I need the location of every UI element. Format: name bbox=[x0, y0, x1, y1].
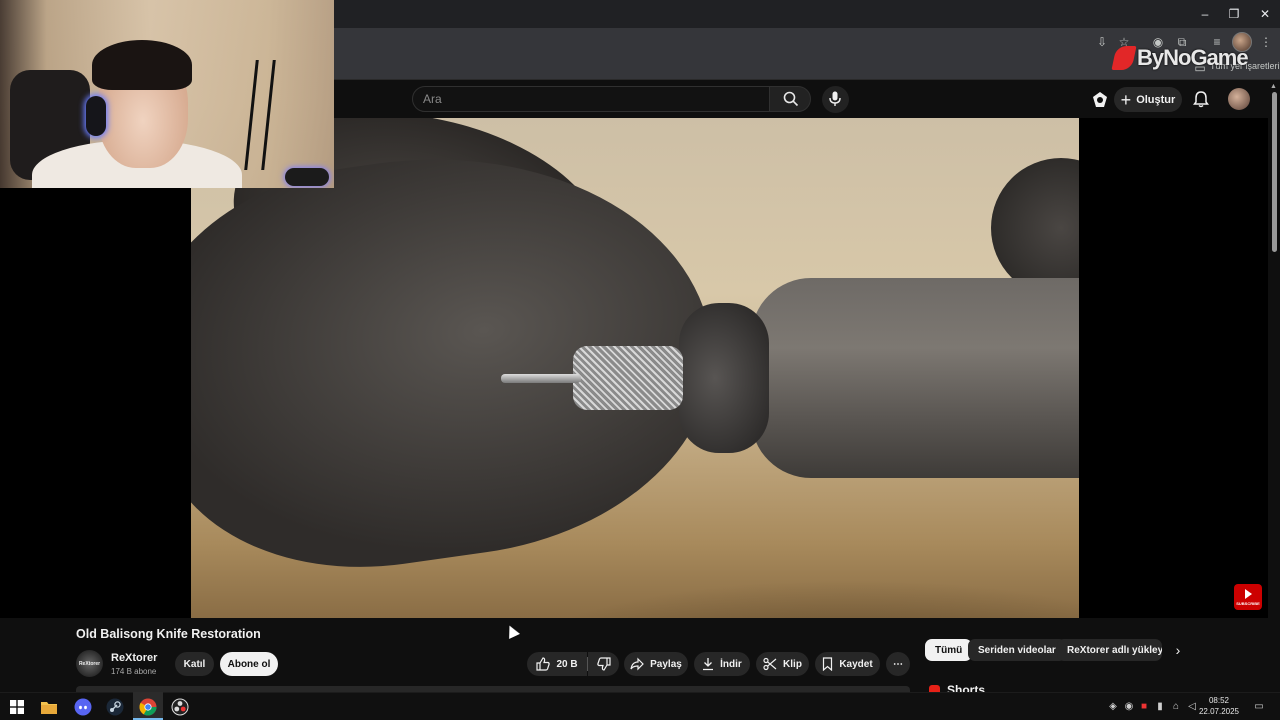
chevron-right-icon[interactable]: › bbox=[1168, 640, 1188, 660]
system-clock[interactable]: 08:52 22.07.2025 bbox=[1196, 695, 1242, 717]
thumbs-down-icon bbox=[596, 657, 611, 671]
bynogame-logo: ByNoGame bbox=[1111, 44, 1249, 72]
bookmark-icon bbox=[823, 657, 833, 671]
scrollbar-thumb[interactable] bbox=[1272, 92, 1277, 252]
more-actions-button[interactable]: ⋯ bbox=[886, 652, 910, 676]
obs-icon[interactable] bbox=[169, 696, 191, 718]
more-icon: ⋯ bbox=[893, 658, 903, 670]
thumbs-up-icon bbox=[536, 657, 551, 671]
download-icon bbox=[703, 658, 714, 671]
browser-menu-icon[interactable]: ⋮ bbox=[1258, 34, 1274, 50]
file-explorer-icon[interactable] bbox=[38, 696, 60, 718]
video-scene bbox=[751, 278, 1079, 478]
clock-time: 08:52 bbox=[1208, 696, 1230, 705]
install-app-icon[interactable]: ⇩ bbox=[1094, 34, 1110, 50]
clip-label: Klip bbox=[783, 658, 802, 670]
mouse-cursor bbox=[504, 623, 520, 639]
search-icon bbox=[783, 91, 799, 107]
create-label: Oluştur bbox=[1136, 93, 1176, 106]
windows-taskbar bbox=[0, 692, 1280, 720]
like-count: 20 B bbox=[556, 658, 578, 670]
webcam-scene bbox=[285, 168, 329, 186]
subscribe-watermark-text: SUBSCRIBE bbox=[1236, 601, 1260, 606]
close-window-button[interactable]: ✕ bbox=[1250, 4, 1280, 24]
cast-icon[interactable] bbox=[1091, 91, 1109, 114]
save-label: Kaydet bbox=[839, 658, 873, 670]
subscribe-button[interactable]: Abone ol bbox=[220, 652, 278, 676]
chrome-icon[interactable] bbox=[137, 696, 159, 718]
play-icon bbox=[1244, 589, 1252, 599]
chip-all[interactable]: Tümü bbox=[925, 639, 973, 661]
microphone-tray-icon[interactable]: ▮ bbox=[1153, 700, 1167, 714]
minimize-button[interactable]: – bbox=[1190, 4, 1220, 24]
channel-avatar[interactable]: ReXtorer bbox=[76, 650, 103, 677]
video-scene bbox=[991, 158, 1079, 298]
chip-series-videos[interactable]: Seriden videolar bbox=[968, 639, 1066, 661]
video-scene bbox=[501, 374, 581, 383]
scroll-up-icon[interactable]: ▲ bbox=[1270, 83, 1277, 90]
channel-avatar-text: ReXtorer bbox=[78, 660, 101, 667]
maximize-button[interactable]: ❐ bbox=[1219, 4, 1249, 24]
share-label: Paylaş bbox=[650, 658, 682, 670]
search-input[interactable] bbox=[423, 91, 753, 107]
share-icon bbox=[630, 657, 644, 671]
scissors-icon bbox=[763, 657, 777, 671]
search-box bbox=[412, 86, 770, 112]
video-scene bbox=[573, 346, 683, 410]
network-tray-icon[interactable]: ◉ bbox=[1122, 700, 1136, 714]
download-label: İndir bbox=[720, 658, 742, 670]
microphone-icon bbox=[829, 91, 841, 106]
discord-icon[interactable] bbox=[72, 696, 94, 718]
save-button[interactable]: Kaydet bbox=[815, 652, 880, 676]
notifications-bell-icon[interactable] bbox=[1192, 90, 1210, 113]
account-avatar[interactable] bbox=[1228, 88, 1250, 110]
dislike-button[interactable] bbox=[588, 652, 619, 676]
webcam-scene bbox=[86, 96, 106, 136]
notifications-tray-icon[interactable]: ▭ bbox=[1252, 700, 1266, 714]
channel-name[interactable]: ReXtorer bbox=[111, 652, 157, 664]
bynogame-logo-text: ByNoGame bbox=[1137, 45, 1249, 70]
steam-icon[interactable] bbox=[104, 696, 126, 718]
search-button[interactable] bbox=[769, 86, 811, 112]
video-frame[interactable] bbox=[191, 118, 1079, 618]
clip-button[interactable]: Klip bbox=[756, 652, 809, 676]
join-button[interactable]: Katıl bbox=[175, 652, 214, 676]
steam-tray-icon[interactable]: ◈ bbox=[1106, 700, 1120, 714]
wifi-tray-icon[interactable]: ⌂ bbox=[1169, 700, 1183, 714]
chip-channel-uploads[interactable]: ReXtorer adlı yükleyiciden bbox=[1057, 639, 1162, 661]
subscriber-count: 174 B abone bbox=[111, 667, 157, 676]
create-button[interactable]: + Oluştur bbox=[1114, 87, 1182, 112]
like-button[interactable]: 20 B bbox=[527, 652, 587, 676]
clock-date: 22.07.2025 bbox=[1198, 707, 1240, 716]
app-tray-icon[interactable]: ■ bbox=[1137, 700, 1151, 714]
video-title: Old Balisong Knife Restoration bbox=[76, 627, 261, 641]
video-scene bbox=[679, 303, 769, 453]
subscribe-watermark[interactable]: SUBSCRIBE bbox=[1234, 584, 1262, 610]
voice-search-button[interactable] bbox=[822, 86, 849, 113]
streamer-webcam bbox=[0, 0, 334, 188]
plus-icon: + bbox=[1120, 89, 1132, 110]
download-button[interactable]: İndir bbox=[694, 652, 750, 676]
share-button[interactable]: Paylaş bbox=[624, 652, 688, 676]
windows-start-icon[interactable] bbox=[6, 696, 28, 718]
bynogame-mark-icon bbox=[1111, 46, 1137, 70]
webcam-scene bbox=[92, 40, 192, 90]
